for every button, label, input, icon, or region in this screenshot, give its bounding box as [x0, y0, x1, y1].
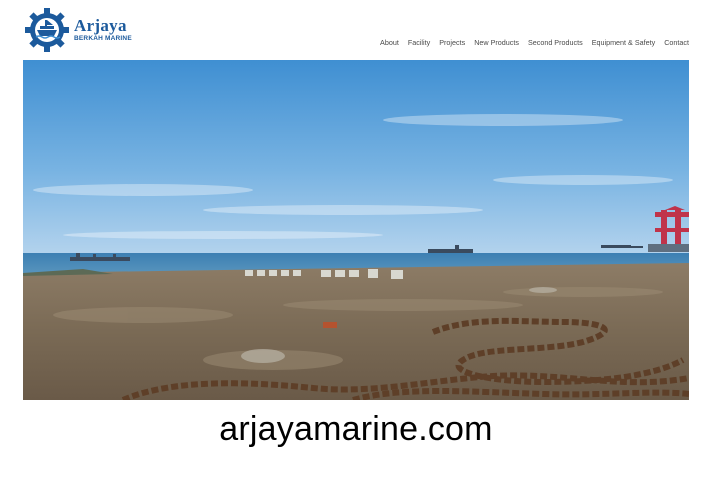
gear-ship-icon — [25, 8, 69, 52]
site-url-caption: arjayamarine.com — [219, 410, 493, 448]
logo-name: Arjaya — [74, 16, 127, 36]
hero-image — [23, 60, 689, 400]
main-nav: About Facility Projects New Products Sec… — [380, 38, 689, 47]
nav-item-equipment-safety[interactable]: Equipment & Safety — [592, 38, 656, 47]
nav-item-contact[interactable]: Contact — [664, 38, 689, 47]
nav-item-new-products[interactable]: New Products — [474, 38, 519, 47]
nav-item-facility[interactable]: Facility — [408, 38, 430, 47]
brand-logo[interactable]: Arjaya BERKAH MARINE — [23, 5, 135, 55]
logo-subtitle: BERKAH MARINE — [74, 35, 132, 43]
nav-item-second-products[interactable]: Second Products — [528, 38, 583, 47]
nav-item-projects[interactable]: Projects — [439, 38, 465, 47]
nav-item-about[interactable]: About — [380, 38, 399, 47]
